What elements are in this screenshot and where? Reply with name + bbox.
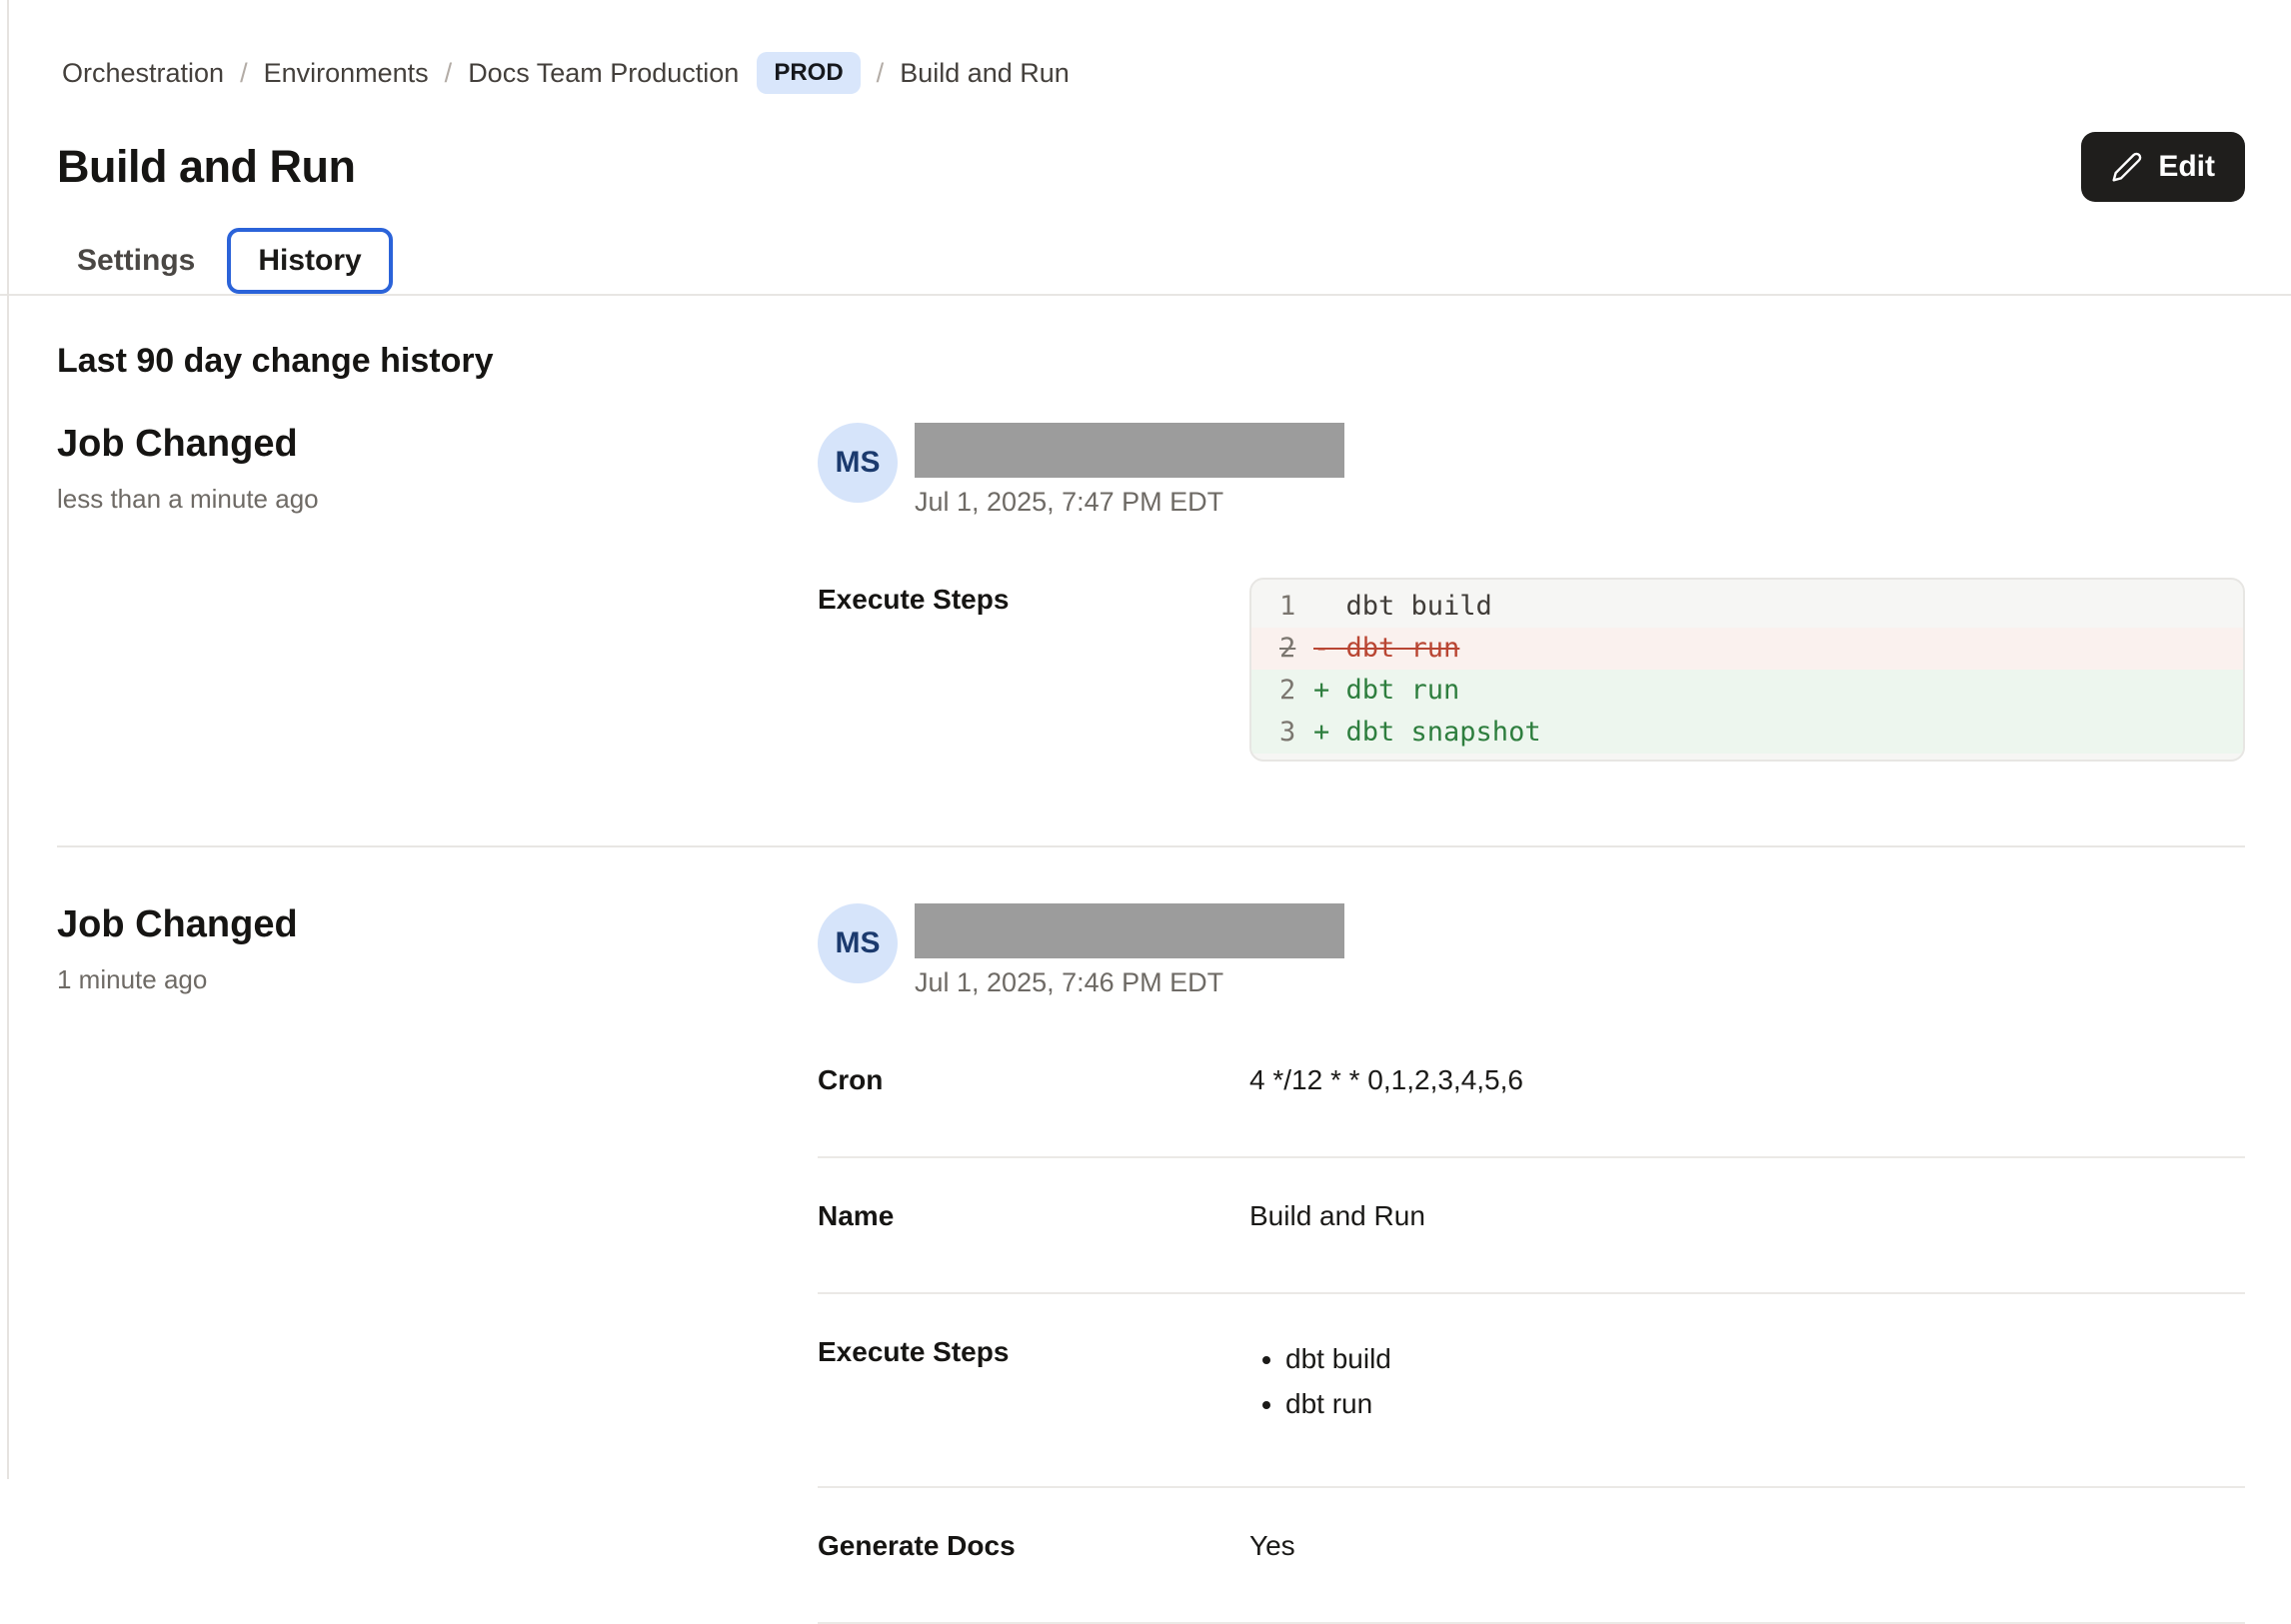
diff-line-added: 3 + dbt snapshot bbox=[1251, 712, 2243, 754]
edit-button-label: Edit bbox=[2158, 150, 2215, 184]
diff-line-number: 3 bbox=[1251, 712, 1313, 754]
execute-steps-diff: 1 dbt build 2 - dbt run 2 + dbt run 3 + … bbox=[1249, 578, 2245, 762]
field-label: Name bbox=[818, 1200, 1249, 1232]
redacted-username bbox=[915, 903, 1344, 958]
author-row: MS Jul 1, 2025, 7:47 PM EDT bbox=[818, 423, 2245, 518]
change-history-entry: Job Changed 1 minute ago MS Jul 1, 2025,… bbox=[57, 903, 2245, 1624]
field-label: Execute Steps bbox=[818, 578, 1249, 762]
entry-timestamp: Jul 1, 2025, 7:47 PM EDT bbox=[915, 487, 1344, 518]
execute-step-item: dbt run bbox=[1285, 1381, 1391, 1426]
page-header: Build and Run Edit bbox=[57, 132, 2245, 202]
diff-line-removed: 2 - dbt run bbox=[1251, 628, 2243, 670]
environment-prod-badge: PROD bbox=[757, 52, 860, 94]
field-value: 4 */12 * * 0,1,2,3,4,5,6 bbox=[1249, 1064, 1523, 1096]
entry-title: Job Changed bbox=[57, 423, 818, 466]
diff-line-number: 2 bbox=[1251, 628, 1313, 670]
entry-timestamp: Jul 1, 2025, 7:46 PM EDT bbox=[915, 967, 1344, 998]
field-list: Cron 4 */12 * * 0,1,2,3,4,5,6 Name Build… bbox=[818, 1064, 2245, 1624]
entry-title: Job Changed bbox=[57, 903, 818, 946]
redacted-username bbox=[915, 423, 1344, 478]
field-row-name: Name Build and Run bbox=[818, 1158, 2245, 1294]
pencil-icon bbox=[2111, 151, 2143, 183]
breadcrumb-current-page: Build and Run bbox=[900, 58, 1070, 89]
breadcrumb-environment-name[interactable]: Docs Team Production bbox=[468, 58, 739, 89]
field-row-generate-docs: Generate Docs Yes bbox=[818, 1488, 2245, 1624]
sidebar-edge-divider bbox=[7, 0, 9, 1479]
breadcrumb: Orchestration / Environments / Docs Team… bbox=[57, 52, 2245, 94]
tabs-divider bbox=[0, 294, 2291, 296]
field-label: Generate Docs bbox=[818, 1530, 1249, 1562]
diff-line-text: - dbt run bbox=[1313, 628, 1459, 670]
field-row-cron: Cron 4 */12 * * 0,1,2,3,4,5,6 bbox=[818, 1064, 2245, 1158]
avatar: MS bbox=[818, 423, 898, 503]
tab-bar: Settings History bbox=[57, 228, 2245, 294]
breadcrumb-separator: / bbox=[445, 58, 453, 89]
field-label: Execute Steps bbox=[818, 1336, 1249, 1426]
field-value: Build and Run bbox=[1249, 1200, 1425, 1232]
section-heading: Last 90 day change history bbox=[57, 342, 2245, 381]
breadcrumb-orchestration[interactable]: Orchestration bbox=[62, 58, 224, 89]
diff-line-text: + dbt snapshot bbox=[1313, 712, 1541, 754]
field-row-execute-steps: Execute Steps dbt build dbt run bbox=[818, 1294, 2245, 1488]
tab-history[interactable]: History bbox=[227, 228, 392, 294]
execute-step-item: dbt build bbox=[1285, 1336, 1391, 1381]
entry-time-ago: 1 minute ago bbox=[57, 964, 818, 995]
tab-settings[interactable]: Settings bbox=[57, 230, 219, 292]
diff-line-text: + dbt run bbox=[1313, 670, 1459, 712]
breadcrumb-environments[interactable]: Environments bbox=[264, 58, 429, 89]
execute-steps-list: dbt build dbt run bbox=[1285, 1336, 1391, 1426]
diff-line-context: 1 dbt build bbox=[1251, 586, 2243, 628]
diff-line-text: dbt build bbox=[1313, 586, 1492, 628]
breadcrumb-separator: / bbox=[877, 58, 885, 89]
entry-time-ago: less than a minute ago bbox=[57, 484, 818, 515]
page-title: Build and Run bbox=[57, 141, 355, 193]
edit-button[interactable]: Edit bbox=[2081, 132, 2245, 202]
diff-line-number: 1 bbox=[1251, 586, 1313, 628]
main-content: Orchestration / Environments / Docs Team… bbox=[0, 0, 2291, 1624]
change-history-entry: Job Changed less than a minute ago MS Ju… bbox=[57, 423, 2245, 762]
breadcrumb-separator: / bbox=[240, 58, 248, 89]
entry-divider bbox=[57, 845, 2245, 847]
diff-line-added: 2 + dbt run bbox=[1251, 670, 2243, 712]
field-label: Cron bbox=[818, 1064, 1249, 1096]
field-value: Yes bbox=[1249, 1530, 1295, 1562]
avatar: MS bbox=[818, 903, 898, 983]
execute-steps-field: Execute Steps 1 dbt build 2 - dbt run 2 … bbox=[818, 578, 2245, 762]
author-row: MS Jul 1, 2025, 7:46 PM EDT bbox=[818, 903, 2245, 998]
diff-line-number: 2 bbox=[1251, 670, 1313, 712]
